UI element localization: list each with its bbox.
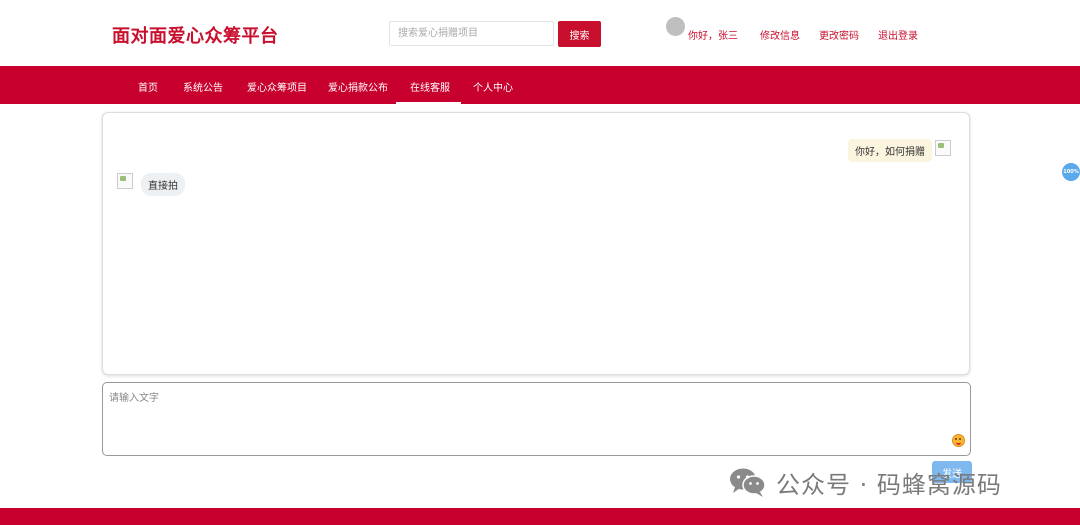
nav-item-home[interactable]: 首页 — [138, 79, 158, 94]
header: 面对面爱心众筹平台 搜索 你好，张三 修改信息 更改密码 退出登录 — [0, 0, 1080, 66]
nav-item-personal-center[interactable]: 个人中心 — [473, 79, 513, 94]
edit-info-link[interactable]: 修改信息 — [760, 27, 800, 42]
search-input[interactable] — [389, 21, 554, 46]
greeting-text: 你好，张三 — [688, 31, 738, 42]
site-title[interactable]: 面对面爱心众筹平台 — [112, 22, 279, 48]
broken-image-icon — [117, 173, 133, 189]
watermark: 公众号 · 码蜂窝源码 — [728, 466, 1002, 499]
wechat-icon — [730, 468, 766, 497]
emoji-icon[interactable] — [952, 434, 965, 447]
chat-panel: 你好，如何捐赠 直接拍 — [102, 112, 970, 375]
footer-bar — [0, 508, 1080, 525]
main-nav: 首页 系统公告 爱心众筹项目 爱心捐款公布 在线客服 个人中心 — [0, 66, 1080, 104]
search-button[interactable]: 搜索 — [558, 21, 601, 47]
message-input[interactable] — [102, 382, 971, 456]
nav-item-donation-publicity[interactable]: 爱心捐款公布 — [328, 79, 388, 94]
nav-item-announcements[interactable]: 系统公告 — [183, 79, 223, 94]
change-password-link[interactable]: 更改密码 — [819, 27, 859, 42]
message-bubble-sent: 你好，如何捐赠 — [848, 139, 932, 162]
nav-item-crowdfunding-projects[interactable]: 爱心众筹项目 — [247, 79, 307, 94]
broken-image-icon — [935, 140, 951, 156]
watermark-text: 公众号 · 码蜂窝源码 — [776, 470, 1002, 499]
message-bubble-received: 直接拍 — [141, 173, 185, 196]
avatar — [666, 17, 685, 36]
active-tab-indicator — [396, 102, 461, 105]
nav-item-online-service[interactable]: 在线客服 — [410, 79, 450, 94]
floating-badge[interactable]: 100% — [1062, 163, 1080, 181]
logout-link[interactable]: 退出登录 — [878, 27, 918, 42]
